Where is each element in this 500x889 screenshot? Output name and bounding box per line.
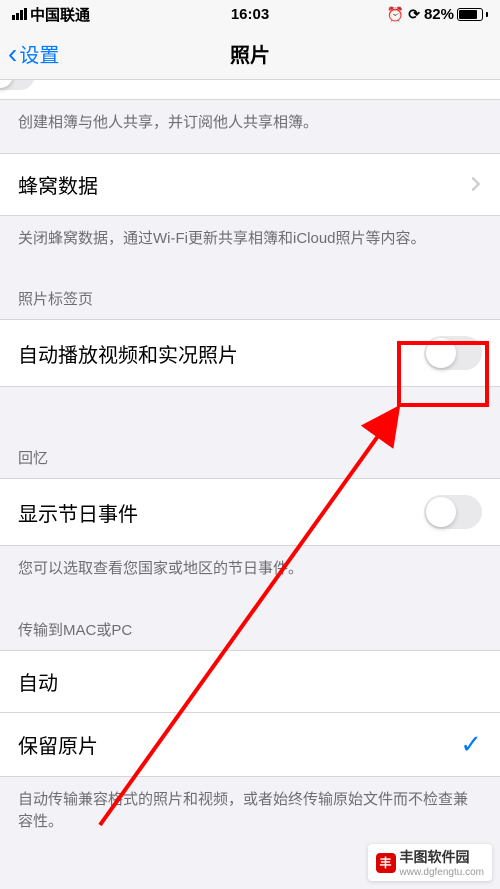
holidays-label: 显示节日事件: [18, 498, 138, 527]
transfer-header: 传输到MAC或PC: [0, 599, 500, 650]
lock-rotation-icon: ⟳: [408, 6, 420, 23]
settings-content[interactable]: 创建相簿与他人共享，并订阅他人共享相簿。 蜂窝数据 关闭蜂窝数据，通过Wi-Fi…: [0, 80, 500, 889]
watermark-url: www.dgfengtu.com: [400, 867, 485, 878]
status-left: 中国联通: [12, 4, 90, 25]
holidays-toggle[interactable]: [424, 495, 482, 529]
battery-indicator: 82%: [424, 6, 488, 23]
keep-original-label: 保留原片: [18, 730, 98, 759]
memories-footer: 您可以选取查看您国家或地区的节日事件。: [0, 546, 500, 599]
status-bar: 中国联通 16:03 ⏰ ⟳ 82%: [0, 0, 500, 28]
nav-bar: ‹ 设置 照片: [0, 28, 500, 80]
checkmark-icon: ✓: [460, 729, 482, 760]
cellular-data-row[interactable]: 蜂窝数据: [0, 153, 500, 216]
tab-header: 照片标签页: [0, 268, 500, 319]
page-title: 照片: [230, 39, 270, 68]
shared-albums-toggle[interactable]: [0, 80, 35, 90]
status-time: 16:03: [231, 6, 269, 23]
transfer-auto-label: 自动: [18, 667, 58, 696]
autoplay-toggle[interactable]: [424, 336, 482, 370]
watermark-logo-icon: 丰: [376, 853, 396, 873]
autoplay-row[interactable]: 自动播放视频和实况照片: [0, 319, 500, 387]
back-label: 设置: [19, 39, 59, 68]
shared-footer: 创建相簿与他人共享，并订阅他人共享相簿。: [0, 100, 500, 153]
chevron-left-icon: ‹: [8, 38, 17, 70]
transfer-keep-original-row[interactable]: 保留原片 ✓: [0, 713, 500, 777]
show-holidays-row[interactable]: 显示节日事件: [0, 478, 500, 546]
watermark-text: 丰图软件园: [400, 847, 485, 867]
autoplay-label: 自动播放视频和实况照片: [18, 339, 238, 368]
transfer-footer: 自动传输兼容格式的照片和视频，或者始终传输原始文件而不检查兼容性。: [0, 777, 500, 852]
chevron-right-icon: [466, 177, 480, 191]
carrier-label: 中国联通: [30, 4, 90, 25]
status-right: ⏰ ⟳ 82%: [387, 6, 488, 23]
cellular-label: 蜂窝数据: [18, 170, 98, 199]
memories-header: 回忆: [0, 427, 500, 478]
alarm-icon: ⏰: [387, 6, 404, 23]
back-button[interactable]: ‹ 设置: [8, 38, 59, 70]
transfer-auto-row[interactable]: 自动: [0, 650, 500, 713]
watermark: 丰 丰图软件园 www.dgfengtu.com: [368, 844, 493, 881]
battery-pct: 82%: [424, 6, 454, 23]
cellular-footer: 关闭蜂窝数据，通过Wi-Fi更新共享相簿和iCloud照片等内容。: [0, 216, 500, 269]
shared-albums-row-partial[interactable]: [0, 80, 500, 100]
signal-icon: [12, 8, 27, 20]
